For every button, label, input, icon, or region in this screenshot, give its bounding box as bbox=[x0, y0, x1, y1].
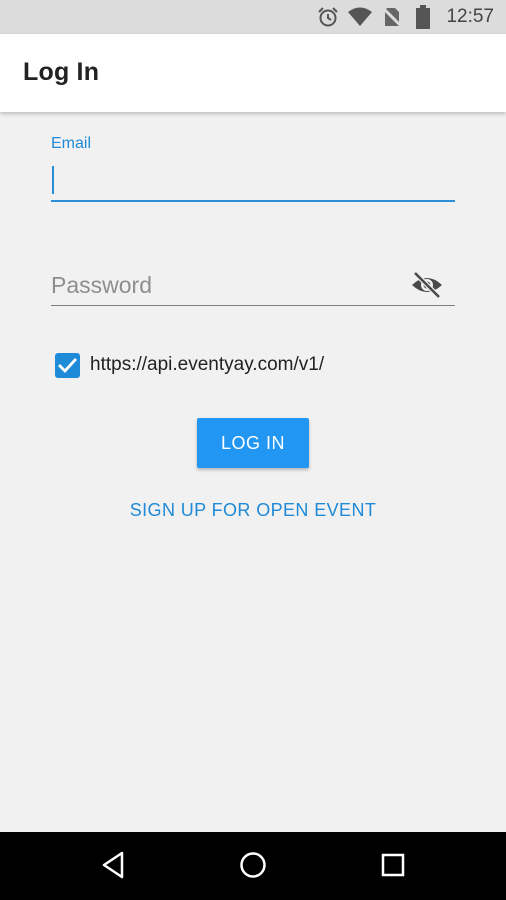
visibility-off-icon[interactable] bbox=[410, 270, 444, 300]
signup-link[interactable]: SIGN UP FOR OPEN EVENT bbox=[0, 500, 506, 521]
wifi-icon bbox=[348, 7, 372, 26]
navigation-bar bbox=[0, 832, 506, 900]
home-icon[interactable] bbox=[238, 850, 268, 880]
page-title: Log In bbox=[23, 58, 100, 86]
checkmark-icon bbox=[58, 358, 77, 374]
server-url-label: https://api.eventyay.com/v1/ bbox=[90, 354, 325, 375]
login-button[interactable]: LOG IN bbox=[197, 418, 309, 468]
password-field[interactable] bbox=[51, 265, 455, 306]
status-time: 12:57 bbox=[446, 6, 494, 27]
text-cursor bbox=[52, 166, 54, 194]
alarm-icon bbox=[318, 7, 338, 27]
back-icon[interactable] bbox=[100, 850, 126, 880]
no-sim-icon bbox=[382, 6, 402, 28]
battery-icon bbox=[416, 5, 430, 29]
recents-icon[interactable] bbox=[380, 852, 406, 878]
email-field[interactable] bbox=[51, 160, 455, 202]
email-label: Email bbox=[51, 135, 92, 152]
status-bar: 12:57 bbox=[0, 0, 506, 34]
server-checkbox[interactable] bbox=[55, 353, 80, 378]
app-bar: Log In bbox=[0, 34, 506, 112]
